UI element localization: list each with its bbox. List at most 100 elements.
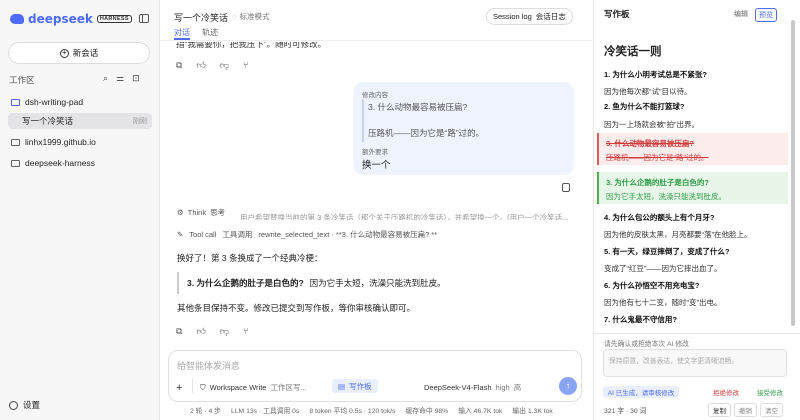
status-turns: 2 轮 · 4 步 [190, 408, 221, 415]
writing-pad-label: 写作板 [349, 381, 372, 391]
user-message-bubble: 修改内容 3. 什么动物最容易被压扁? 压路机——因为它是“路”过的。 额外要求… [353, 82, 574, 175]
undo-button[interactable]: 撤销 [734, 403, 757, 417]
status-tokens: 8 token 平均 0.5s · 120 tok/s [309, 408, 396, 415]
sidebar-item-time: 刚刚 [133, 118, 147, 125]
new-folder-icon[interactable]: ⊡ [132, 73, 140, 84]
copy-icon[interactable] [562, 183, 570, 192]
status-llm: LLM 13s · 工具调用 0s [230, 408, 300, 415]
effort-label-cn: 高 [513, 383, 522, 392]
sidebar-toggle-icon[interactable] [139, 14, 149, 23]
sidebar-item-label: dsh-writing-pad [25, 97, 84, 107]
filter-icon[interactable]: ⚌ [116, 73, 124, 84]
request-text: 换一个 [362, 160, 391, 171]
deleted-block: 3. 什么动物最容易被压扁? 压路机——因为它是“路”过的。 [597, 133, 788, 165]
tool-call-label-cn: 工具调用 [222, 230, 253, 239]
review-instruction-input[interactable]: 保持原意，改善表达，使文字更清晰流畅。 [603, 349, 787, 377]
think-label: Think [187, 208, 207, 217]
pad-icon: ▤ [338, 381, 346, 391]
new-chat-button[interactable]: + 新会话 [8, 42, 150, 64]
inserted-question: 3. 为什么企鹅的肚子是白色的? [606, 178, 709, 187]
mode-indicator[interactable]: ◌ 标准模式 [232, 11, 269, 22]
thumbs-down-icon[interactable]: 👎︎ [220, 326, 229, 337]
sidebar-item-joke-chat[interactable]: 写一个冷笑话 刚刚 [8, 113, 152, 129]
sidebar-item-deepseek-harness[interactable]: deepseek-harness [8, 155, 152, 171]
thumbs-down-icon[interactable]: 👎︎ [220, 60, 229, 71]
thumbs-up-icon[interactable]: 👍︎ [196, 60, 205, 71]
deleted-question: 3. 什么动物最容易被压扁? [606, 139, 694, 148]
tab-preview[interactable]: 预览 [755, 8, 777, 22]
pad-footer-actions: 复制 撤销 清空 [708, 403, 783, 417]
sidebar-item-label: deepseek-harness [25, 158, 95, 168]
think-preview: 用户希望替换当前的第 3 条冷笑话（那个关于压路机的冷笑话），并希望换一个。(用… [240, 213, 569, 222]
joke-answer: 因为一上场就会被“拍”出界。 [604, 120, 699, 129]
sidebar-item-dsh-writing-pad[interactable]: dsh-writing-pad [8, 94, 152, 110]
wrench-icon: ✎ [177, 230, 184, 239]
joke-question: 1. 为什么小明考试总是不紧张? [604, 70, 707, 79]
header-divider [160, 40, 592, 41]
review-label: 请先确认或拒绝本次 AI 修改 [604, 341, 689, 348]
response-quote-bold: 3. 为什么企鹅的肚子是白色的? [187, 278, 304, 288]
input-divider [192, 379, 193, 393]
response-quote: 3. 为什么企鹅的肚子是白色的? 因为它手太短，洗澡只能洗到肚皮。 [177, 272, 446, 294]
session-log-button[interactable]: Session log 会话日志 [486, 8, 573, 25]
joke-question: 6. 为什么孙悟空不用充电宝? [604, 281, 700, 290]
inserted-answer: 因为它手太短，洗澡只能洗到肚皮。 [606, 192, 726, 201]
branch-icon[interactable]: ⑂ [243, 326, 248, 337]
folder-icon [11, 138, 20, 146]
workspace-write-select[interactable]: ⛉ Workspace Write 工作区写... [200, 382, 307, 393]
status-bar: 2 轮 · 4 步 LLM 13s · 工具调用 0s 8 token 平均 0… [190, 405, 553, 415]
response-paragraph-2: 其他条目保持不变。修改已提交到写作板，等你审核确认即可。 [177, 303, 416, 313]
folder-icon [11, 159, 20, 167]
thumbs-up-icon[interactable]: 👍︎ [196, 326, 205, 337]
tab-trace[interactable]: 轨迹 [202, 27, 218, 38]
folder-icon [11, 98, 20, 106]
search-icon[interactable]: ⌕ [103, 73, 108, 84]
tab-edit[interactable]: 编辑 [731, 8, 751, 22]
whale-icon [10, 14, 24, 24]
message-input-box[interactable] [168, 350, 582, 402]
tool-call-row[interactable]: ✎ Tool call 工具调用 rewrite_selected_text ·… [177, 229, 437, 240]
workspace-tools: ⌕ ⚌ ⊡ [103, 73, 140, 84]
workspace-write-label-cn: 工作区写... [270, 383, 307, 392]
quote-bar [362, 99, 364, 142]
quoted-line-1: 3. 什么动物最容易被压扁? [368, 102, 468, 112]
message-actions: ⧉ 👍︎ 👎︎ ⑂ [176, 60, 248, 71]
word-count: 321 字 · 30 词 [604, 408, 647, 415]
session-log-label-cn: 会话日志 [535, 12, 566, 21]
copy-icon[interactable]: ⧉ [176, 326, 182, 337]
branch-icon[interactable]: ⑂ [243, 60, 248, 71]
sidebar-item-github-io[interactable]: linhx1999.github.io [8, 134, 152, 150]
model-select[interactable]: DeepSeek-V4-Flash high 高 [424, 382, 521, 393]
tool-call-text: rewrite_selected_text · **3. 什么动物最容易被压扁?… [258, 230, 438, 239]
response-actions: ⧉ 👍︎ 👎︎ ⑂ [176, 326, 248, 337]
accept-button[interactable]: 接受修改 [750, 386, 790, 398]
attach-button[interactable]: + [176, 382, 182, 394]
tab-chat[interactable]: 对话 [174, 27, 190, 38]
tool-call-label: Tool call [189, 230, 217, 239]
plus-circle-icon: + [59, 48, 69, 58]
message-input[interactable]: 给智能体发消息 [177, 359, 240, 372]
logo: deepseek HARNESS [10, 12, 132, 26]
send-button[interactable]: ↑ [559, 377, 577, 395]
edit-label: 修改内容 [362, 92, 388, 99]
shield-icon: ⛉ [200, 382, 206, 392]
copy-icon[interactable]: ⧉ [176, 60, 182, 71]
clear-button[interactable]: 清空 [760, 403, 783, 417]
gear-icon [9, 400, 18, 410]
think-toggle[interactable]: ⚙ Think 思考 [177, 207, 225, 218]
model-label: DeepSeek-V4-Flash [424, 383, 492, 392]
joke-answer: 因为他每次都“试”目以待。 [604, 87, 692, 96]
settings-label: 设置 [23, 400, 41, 410]
pad-title: 写作板 [604, 9, 630, 19]
session-log-label: Session log [493, 12, 532, 21]
pad-scrollbar[interactable] [791, 20, 795, 326]
copy-button[interactable]: 复制 [708, 403, 731, 417]
inserted-block: 3. 为什么企鹅的肚子是白色的? 因为它手太短，洗澡只能洗到肚皮。 [597, 172, 788, 204]
joke-answer: 因为他有七十二变，随时“变”出电。 [604, 298, 722, 307]
writing-pad-toggle[interactable]: ▤ 写作板 [332, 379, 378, 393]
joke-answer: 因为他的皮肤太黑，月亮都要“落”在他脸上。 [604, 230, 752, 239]
reject-button[interactable]: 拒绝修改 [706, 386, 746, 398]
joke-answer: 变成了“红豆”——因为它摔出血了。 [604, 264, 722, 273]
settings-button[interactable]: 设置 [9, 399, 40, 411]
quoted-line-2: 压路机——因为它是“路”过的。 [368, 128, 485, 138]
